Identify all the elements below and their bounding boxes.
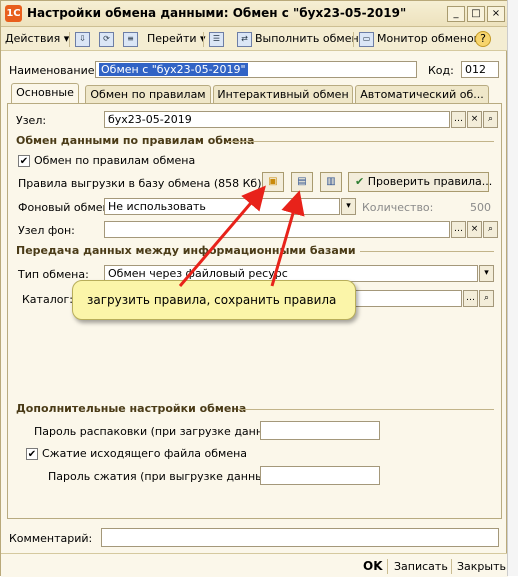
comment-label: Комментарий: — [9, 532, 93, 545]
exchange-type-label: Тип обмена: — [18, 268, 89, 281]
compress-checkbox[interactable]: ✔ — [26, 448, 38, 460]
tab-rules-exchange[interactable]: Обмен по правилам — [85, 85, 211, 103]
goto-label: Перейти — [147, 32, 197, 45]
code-field[interactable]: 012 — [461, 61, 499, 78]
run-exchange-label: Выполнить обмен — [255, 32, 359, 45]
monitor-button[interactable]: ▭ Монитор обменов — [359, 31, 480, 47]
section-transfer-title: Передача данных между информационными ба… — [16, 244, 356, 257]
save-rules-button[interactable]: ▤ — [291, 172, 313, 192]
chart-icon: ▥ — [326, 176, 336, 187]
search-icon[interactable]: ⌕ — [483, 111, 498, 128]
name-value: Обмен с "бух23-05-2019" — [99, 63, 248, 76]
tab-interactive-exchange[interactable]: Интерактивный обмен — [213, 85, 353, 103]
count-value: 500 — [470, 201, 491, 214]
divider — [238, 409, 494, 410]
dropdown-arrow-icon[interactable]: ▾ — [479, 265, 494, 282]
monitor-label: Монитор обменов — [377, 32, 481, 45]
help-icon[interactable]: ? — [475, 31, 491, 47]
section-rules-title: Обмен данными по правилам обмена — [16, 134, 255, 147]
toolbar-separator — [69, 32, 70, 47]
folder-icon: ▣ — [268, 176, 278, 187]
name-label: Наименование: — [9, 64, 99, 77]
check-rules-label: Проверить правила... — [367, 175, 493, 188]
monitor-icon: ▭ — [359, 31, 374, 47]
footer-separator — [451, 559, 452, 574]
clear-icon[interactable]: × — [467, 111, 482, 128]
toolbar: Действия ▾ ⇩ ⟳ ≡ Перейти ▾ ☰ ⇄Выполнить … — [1, 27, 508, 51]
refresh-icon[interactable]: ⟳ — [99, 31, 117, 47]
search-icon[interactable]: ⌕ — [479, 290, 494, 307]
compress-password-label: Пароль сжатия (при выгрузке данных): — [48, 470, 279, 483]
close-button[interactable]: Закрыть — [457, 560, 506, 573]
name-field[interactable]: Обмен с "бух23-05-2019" — [95, 61, 417, 78]
footer-separator — [387, 559, 388, 574]
actions-label: Действия — [5, 32, 61, 45]
toolbar-separator — [203, 32, 204, 47]
annotation-callout: загрузить правила, сохранить правила — [72, 280, 356, 320]
title-bar[interactable]: 1С Настройки обмена данными: Обмен с "бу… — [1, 1, 508, 27]
code-label: Код: — [428, 64, 454, 77]
select-button[interactable]: … — [463, 290, 478, 307]
catalog-label: Каталог: — [22, 293, 73, 306]
clear-icon[interactable]: × — [467, 221, 482, 238]
node-field[interactable]: бух23-05-2019 — [104, 111, 450, 128]
bg-exchange-label: Фоновый обмен: — [18, 201, 114, 214]
save-button[interactable]: Записать — [394, 560, 448, 573]
document-icon[interactable]: ≡ — [123, 31, 141, 47]
check-rules-button[interactable]: ✔ Проверить правила... — [348, 172, 492, 192]
rules-label: Правила выгрузки в базу обмена (858 Кб) — [18, 177, 262, 190]
toolbar-separator — [353, 32, 354, 47]
select-button[interactable]: … — [451, 111, 466, 128]
goto-menu[interactable]: Перейти ▾ — [147, 31, 206, 47]
search-icon[interactable]: ⌕ — [483, 221, 498, 238]
app-icon: 1С — [5, 5, 22, 22]
report-button[interactable]: ▥ — [320, 172, 342, 192]
background-window-edge — [507, 0, 518, 576]
unpack-password-label: Пароль распаковки (при загрузке данных): — [34, 425, 287, 438]
dropdown-arrow-icon[interactable]: ▾ — [341, 198, 356, 215]
window-title: Настройки обмена данными: Обмен с "бух23… — [27, 6, 407, 20]
divider — [228, 141, 494, 142]
rules-checkbox[interactable]: ✔ — [18, 155, 30, 167]
minimize-button[interactable]: _ — [447, 6, 465, 22]
import-icon[interactable]: ⇩ — [75, 31, 93, 47]
count-label: Количество: — [362, 201, 434, 214]
unpack-password-field[interactable] — [260, 421, 380, 440]
rules-checkbox-label: Обмен по правилам обмена — [34, 154, 196, 167]
tab-basic[interactable]: Основные — [11, 83, 79, 104]
close-window-button[interactable]: × — [487, 6, 505, 22]
exchange-icon: ⇄ — [237, 31, 252, 47]
save-icon: ▤ — [297, 176, 307, 187]
divider — [360, 251, 494, 252]
section-extra-title: Дополнительные настройки обмена — [16, 402, 247, 415]
maximize-button[interactable]: □ — [467, 6, 485, 22]
comment-field[interactable] — [101, 528, 499, 547]
compress-checkbox-label: Сжатие исходящего файла обмена — [42, 447, 248, 460]
ok-button[interactable]: OK — [363, 559, 383, 573]
bg-node-field[interactable] — [104, 221, 450, 238]
select-button[interactable]: … — [451, 221, 466, 238]
compress-password-field[interactable] — [260, 466, 380, 485]
load-rules-button[interactable]: ▣ — [262, 172, 284, 192]
tab-automatic-exchange[interactable]: Автоматический об... — [355, 85, 489, 103]
check-icon: ✔ — [355, 175, 365, 188]
footer-bar: OK Записать Закрыть — [1, 553, 508, 577]
run-exchange-button[interactable]: ⇄ Выполнить обмен — [237, 31, 359, 47]
bg-exchange-select[interactable]: Не использовать — [104, 198, 340, 215]
list-icon[interactable]: ☰ — [209, 31, 227, 47]
actions-menu[interactable]: Действия ▾ — [5, 31, 69, 47]
bg-node-label: Узел фон: — [18, 224, 75, 237]
node-label: Узел: — [16, 114, 47, 127]
